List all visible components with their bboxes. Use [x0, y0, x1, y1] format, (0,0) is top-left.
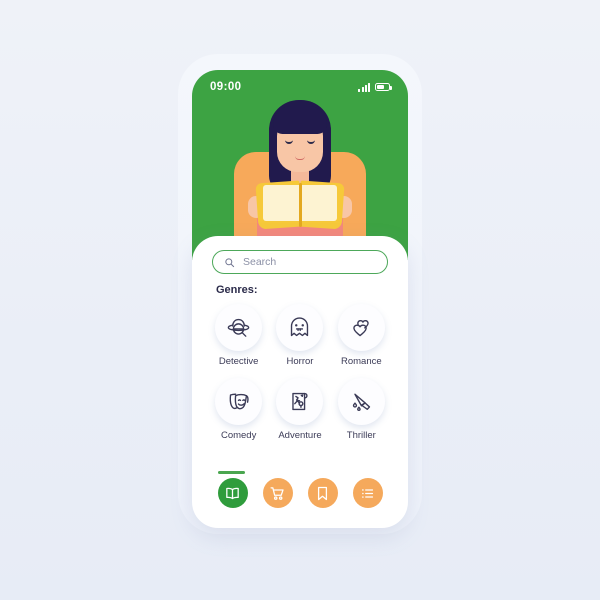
adventure-chip[interactable] [276, 378, 324, 425]
genre-label: Romance [340, 356, 382, 367]
shopping-cart-icon [270, 486, 284, 500]
status-bar: 09:00 [192, 70, 408, 104]
genre-label: Detective [218, 356, 259, 367]
genre-item-detective[interactable]: Detective [208, 304, 269, 367]
comedy-chip[interactable] [215, 378, 263, 425]
app-header-screen: 09:00 [192, 70, 408, 260]
genre-label: Thriller [346, 430, 376, 441]
theater-masks-icon [229, 393, 249, 410]
knife-icon [352, 393, 370, 411]
content-card: Search Genres: Detective Horror Romance … [192, 236, 408, 528]
nav-item-bookmarks[interactable] [307, 478, 338, 508]
genres-heading: Genres: [216, 284, 258, 296]
genre-label: Comedy [220, 430, 257, 441]
status-bar-time: 09:00 [210, 81, 242, 93]
genre-label: Adventure [278, 430, 322, 441]
ghost-icon [291, 317, 309, 337]
nav-item-list[interactable] [352, 478, 383, 508]
nav-item-cart[interactable] [262, 478, 293, 508]
book-spine [298, 183, 302, 227]
genre-item-romance[interactable]: Romance [331, 304, 392, 367]
screenshot-stage: 09:00 Search Genres: Detective Horror Ro… [0, 0, 600, 600]
detective-chip[interactable] [215, 304, 263, 351]
bottom-navigation-bar [192, 470, 408, 516]
thriller-chip[interactable] [337, 378, 385, 425]
detective-hat-magnifier-icon [227, 318, 250, 337]
search-input[interactable]: Search [212, 250, 388, 274]
genre-item-thriller[interactable]: Thriller [331, 378, 392, 441]
bookmark-icon [317, 486, 328, 500]
battery-icon [375, 82, 392, 92]
hair-fringe-shape [273, 106, 327, 134]
genres-grid: Detective Horror Romance Comedy Adventur… [208, 304, 392, 441]
open-book-icon [226, 487, 239, 499]
signal-bars-icon [358, 82, 370, 92]
illustrated-open-book [255, 180, 345, 230]
treasure-map-icon [292, 392, 309, 411]
genre-item-horror[interactable]: Horror [269, 304, 330, 367]
search-icon [225, 257, 235, 267]
genre-item-comedy[interactable]: Comedy [208, 378, 269, 441]
list-icon [362, 488, 374, 498]
nav-item-library[interactable] [217, 478, 248, 508]
hearts-icon [352, 320, 369, 337]
genre-label: Horror [286, 356, 314, 367]
horror-chip[interactable] [276, 304, 324, 351]
genre-item-adventure[interactable]: Adventure [269, 378, 330, 441]
status-bar-icons [358, 82, 392, 92]
search-placeholder: Search [243, 256, 277, 268]
romance-chip[interactable] [337, 304, 385, 351]
